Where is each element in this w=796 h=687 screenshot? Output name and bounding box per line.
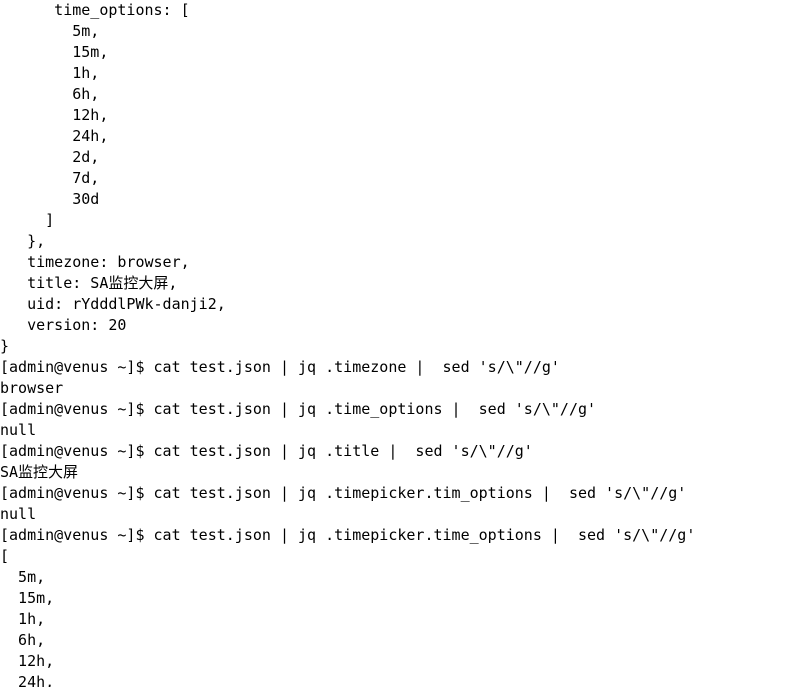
terminal-line: timezone: browser,	[0, 253, 190, 271]
terminal-line: [admin@venus ~]$ cat test.json | jq .tim…	[0, 526, 696, 544]
terminal-line: 15m,	[0, 589, 55, 607]
terminal-line: 6h,	[0, 631, 46, 649]
terminal-line: 5m,	[0, 568, 46, 586]
terminal-line: [	[0, 547, 10, 565]
terminal-line: ]	[0, 211, 55, 229]
terminal-line: SA监控大屏	[0, 463, 79, 481]
terminal-screen[interactable]: time_options: [ 5m, 15m, 1h, 6h, 12h, 24…	[0, 0, 796, 687]
terminal-line: browser	[0, 379, 64, 397]
terminal-line: 12h,	[0, 106, 109, 124]
terminal-line: 1h,	[0, 610, 46, 628]
terminal-line: 1h,	[0, 64, 100, 82]
terminal-line: },	[0, 232, 46, 250]
terminal-line: time_options: [	[0, 1, 190, 19]
terminal-line: 7d,	[0, 169, 100, 187]
terminal-line: 6h,	[0, 85, 100, 103]
terminal-line: null	[0, 505, 37, 523]
terminal-line: version: 20	[0, 316, 127, 334]
terminal-line: [admin@venus ~]$ cat test.json | jq .tit…	[0, 442, 533, 460]
terminal-line: uid: rYdddlPWk-danji2,	[0, 295, 226, 313]
terminal-line: title: SA监控大屏,	[0, 274, 178, 292]
terminal-line: [admin@venus ~]$ cat test.json | jq .tim…	[0, 484, 687, 502]
terminal-line: 2d,	[0, 148, 100, 166]
terminal-line: 5m,	[0, 22, 100, 40]
terminal-line: }	[0, 337, 10, 355]
terminal-line: 30d	[0, 190, 100, 208]
terminal-line: [admin@venus ~]$ cat test.json | jq .tim…	[0, 358, 560, 376]
terminal-line: 24h,	[0, 673, 55, 687]
terminal-line: 15m,	[0, 43, 109, 61]
terminal-line: [admin@venus ~]$ cat test.json | jq .tim…	[0, 400, 597, 418]
terminal-line: 12h,	[0, 652, 55, 670]
terminal-line: null	[0, 421, 37, 439]
terminal-line: 24h,	[0, 127, 109, 145]
